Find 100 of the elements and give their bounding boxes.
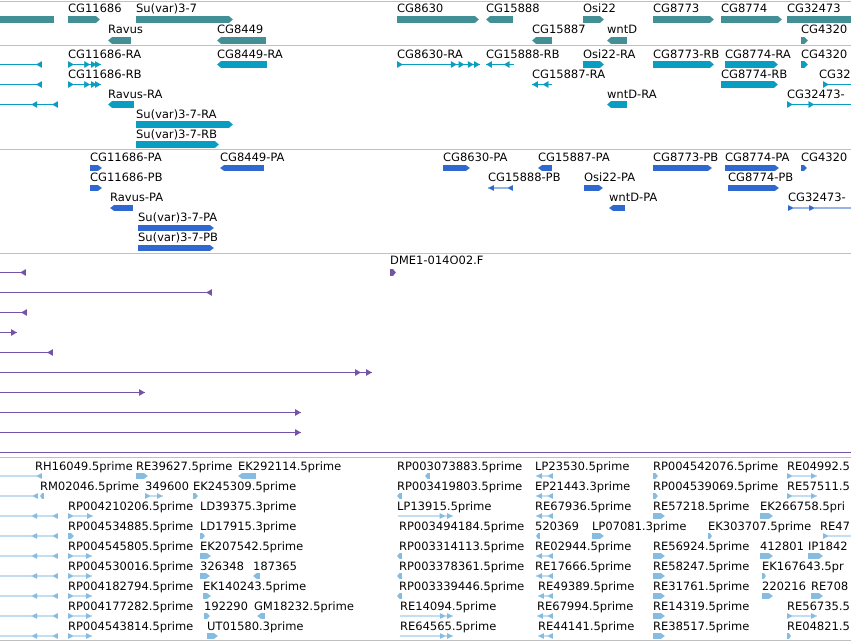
feature-glyph[interactable] (788, 205, 851, 211)
feature-label: wntD (607, 23, 638, 36)
feature-label: CG15887-RA (532, 68, 606, 81)
feature-label: RP003378361.5prime (399, 560, 524, 573)
feature-glyph[interactable] (136, 141, 219, 148)
feature-glyph[interactable] (0, 429, 301, 436)
feature-label: RP004542076.5prime (653, 460, 778, 473)
feature-glyph[interactable] (584, 185, 603, 191)
feature-glyph[interactable] (217, 61, 267, 68)
feature-glyph[interactable] (108, 37, 131, 44)
feature-glyph[interactable] (108, 101, 134, 108)
feature-glyph[interactable] (488, 185, 513, 191)
feature-glyph[interactable] (653, 16, 714, 23)
feature-label: CG11686-RA (68, 48, 142, 61)
feature-glyph[interactable] (0, 369, 372, 376)
feature-label: 326348 (200, 560, 244, 573)
feature-glyph[interactable] (0, 101, 58, 108)
feature-glyph[interactable] (217, 37, 266, 44)
feature-glyph[interactable] (583, 16, 604, 23)
feature-label: RE38517.5prime (653, 620, 750, 633)
feature-glyph[interactable] (0, 349, 53, 356)
feature-label: Su(var)3-7-PA (138, 211, 218, 224)
feature-label: RE31761.5prime (653, 580, 750, 593)
feature-label: RP003073883.5prime (397, 460, 522, 473)
feature-label: 192290 (204, 600, 248, 613)
feature-glyph[interactable] (397, 16, 479, 23)
feature-label: RP004543814.5prime (68, 620, 194, 633)
feature-glyph[interactable] (0, 289, 212, 296)
feature-glyph[interactable] (68, 81, 101, 88)
feature-glyph[interactable] (823, 81, 851, 88)
feature-label: RH16049.5prime (35, 460, 133, 473)
feature-label: wntD-RA (607, 88, 657, 101)
feature-label: UT01580.3prime (207, 620, 304, 633)
feature-glyph[interactable] (583, 61, 604, 68)
feature-label: CG32473- (788, 191, 846, 204)
feature-glyph[interactable] (68, 61, 101, 68)
feature-glyph[interactable] (0, 309, 27, 316)
feature-label: CG11686 (68, 2, 122, 15)
feature-label: RE57218.5prime (653, 500, 750, 513)
feature-glyph[interactable] (138, 225, 214, 231)
feature-label: CG8630 (397, 2, 444, 15)
feature-glyph[interactable] (801, 165, 807, 171)
feature-glyph[interactable] (801, 37, 808, 44)
feature-label: Osi22 (583, 2, 616, 15)
feature-label: RP003494184.5prime (399, 520, 524, 533)
feature-glyph[interactable] (486, 61, 514, 68)
feature-glyph[interactable] (397, 61, 480, 68)
feature-glyph[interactable] (801, 61, 808, 68)
feature-glyph[interactable] (443, 165, 470, 171)
feature-label: CG8630-PA (443, 151, 508, 164)
feature-glyph[interactable] (486, 16, 513, 23)
feature-label: DME1-014O02.F (390, 254, 484, 267)
feature-label: EP21443.3prime (535, 480, 630, 493)
feature-label: CG8449-RA (217, 48, 283, 61)
feature-glyph[interactable] (68, 16, 100, 23)
feature-glyph[interactable] (787, 101, 851, 108)
feature-glyph[interactable] (721, 16, 782, 23)
feature-glyph[interactable] (538, 165, 552, 171)
feature-glyph[interactable] (609, 205, 625, 211)
feature-glyph[interactable] (138, 245, 214, 251)
feature-glyph[interactable] (728, 185, 779, 191)
feature-glyph[interactable] (725, 61, 778, 68)
feature-glyph[interactable] (90, 165, 102, 171)
feature-glyph[interactable] (0, 61, 42, 68)
feature-label: Su(var)3-7-RA (136, 108, 216, 121)
feature-label: GM18232.5prime (254, 600, 354, 613)
feature-label: RP003314113.5prime (399, 540, 524, 553)
feature-label: CG15887-PA (538, 151, 610, 164)
feature-label: CG15888 (486, 2, 540, 15)
feature-glyph[interactable] (0, 409, 301, 416)
feature-label: RE67936.5prime (535, 500, 632, 513)
feature-label: CG8774-PA (725, 151, 790, 164)
feature-label: Ravus-RA (108, 88, 162, 101)
feature-glyph[interactable] (0, 389, 145, 396)
feature-glyph[interactable] (90, 185, 102, 191)
feature-label: 187365 (253, 560, 297, 573)
feature-label: RE14319.5prime (653, 600, 750, 613)
feature-label: 349600 (145, 480, 189, 493)
feature-glyph[interactable] (721, 81, 778, 88)
feature-glyph[interactable] (0, 269, 26, 276)
feature-label: RE02944.5prime (535, 540, 632, 553)
feature-glyph[interactable] (220, 165, 264, 171)
feature-label: CG4320 (801, 48, 848, 61)
feature-glyph[interactable] (725, 165, 779, 171)
feature-label: CG8773-PB (653, 151, 718, 164)
feature-glyph[interactable] (110, 205, 133, 211)
feature-label: EK292114.5prime (238, 460, 342, 473)
feature-glyph[interactable] (653, 165, 712, 171)
feature-label: RE44141.5prime (538, 620, 634, 633)
feature-label: RE14094.5prime (400, 600, 496, 613)
feature-glyph[interactable] (390, 269, 396, 276)
feature-glyph[interactable] (607, 37, 627, 44)
feature-glyph[interactable] (607, 101, 627, 108)
feature-glyph[interactable] (0, 329, 17, 336)
feature-glyph[interactable] (532, 37, 552, 44)
feature-label: CG32473- (787, 88, 845, 101)
feature-label: RE58247.5prime (653, 560, 750, 573)
feature-glyph[interactable] (532, 81, 552, 88)
feature-glyph[interactable] (653, 61, 714, 68)
feature-glyph[interactable] (0, 81, 42, 88)
